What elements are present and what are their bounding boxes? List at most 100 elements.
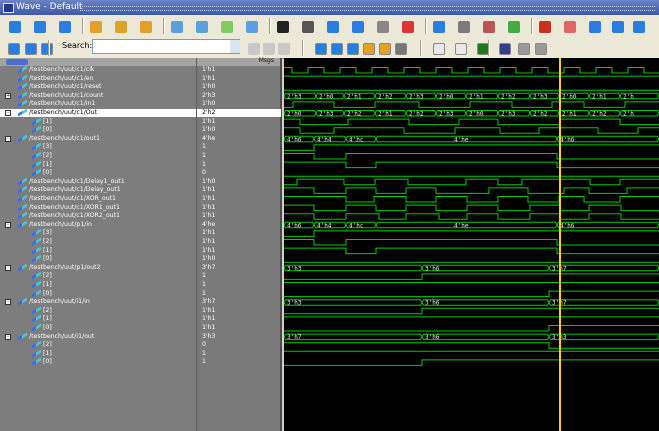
value-row[interactable]: 4'he [197, 221, 281, 229]
i1-in-wave-segment[interactable] [284, 299, 423, 306]
value-row[interactable]: 1 [197, 281, 281, 289]
signal-bit-row[interactable]: [1] [0, 161, 196, 169]
value-row[interactable]: 1 [197, 358, 281, 366]
signal-row[interactable]: - /testbench/uut/p1/in [0, 221, 196, 229]
titlebar-grip[interactable] [80, 6, 655, 11]
value-row[interactable]: 1'h1 [197, 307, 281, 315]
wave-format-2-button[interactable] [515, 40, 533, 58]
xor1-wave[interactable] [284, 204, 659, 212]
signal-bit-row[interactable]: [1] [0, 247, 196, 255]
signal-row[interactable]: /testbench/uut/c1/reset [0, 83, 196, 91]
p1-in-bit3-wave[interactable] [284, 230, 659, 237]
value-row[interactable]: 3'h7 [197, 264, 281, 272]
p1-in-bit2-wave[interactable] [284, 239, 659, 246]
value-row[interactable]: 0 [197, 169, 281, 177]
align-button[interactable] [137, 18, 155, 36]
value-row[interactable]: 3'h7 [197, 298, 281, 306]
value-row[interactable]: 1 [197, 152, 281, 160]
p1-out2-wave-segment[interactable] [421, 264, 550, 272]
collapse-icon[interactable]: - [5, 135, 11, 142]
i1-in-bit0-wave[interactable] [284, 325, 659, 332]
signal-bit-row[interactable]: [2] [0, 341, 196, 349]
signal-bit-row[interactable]: [0] [0, 324, 196, 332]
value-row[interactable]: 1'h0 [197, 178, 281, 186]
signal-bit-row[interactable]: [0] [0, 126, 196, 134]
value-row[interactable]: 1'h1 [197, 66, 281, 74]
i1-out-wave-segment[interactable] [421, 333, 550, 341]
wave-format-1-button[interactable] [496, 40, 514, 58]
signal-bit-row[interactable]: [1] [0, 118, 196, 126]
signal-bit-row[interactable]: [2] [0, 272, 196, 280]
scale-button[interactable] [374, 18, 392, 36]
signal-bit-row[interactable]: [0] [0, 358, 196, 366]
value-row[interactable]: 1'h0 [197, 255, 281, 263]
signal-bit-row[interactable]: [2] [0, 152, 196, 160]
clk-wave[interactable] [284, 67, 659, 74]
signal-row[interactable]: - /testbench/uut/c1/Out [0, 109, 196, 117]
value-row[interactable]: 1'h0 [197, 100, 281, 108]
signal-bit-row[interactable]: [1] [0, 281, 196, 289]
step-button[interactable] [5, 40, 23, 58]
value-row[interactable]: 1'h0 [197, 83, 281, 91]
value-row[interactable]: 0 [197, 341, 281, 349]
out-bit0-wave[interactable] [284, 127, 659, 134]
xor-wave[interactable] [284, 196, 659, 203]
p1-in-bit1-wave[interactable] [284, 247, 659, 255]
time-button[interactable] [455, 18, 473, 36]
signal-row[interactable]: - /testbench/uut/i1/in [0, 298, 196, 306]
value-row[interactable]: 1 [197, 272, 281, 280]
i1-out-bit2-wave[interactable] [284, 342, 659, 349]
value-row[interactable]: 1 [197, 143, 281, 151]
wave-invert-button[interactable] [243, 18, 261, 36]
up-arrow-button[interactable] [56, 18, 74, 36]
wave-header-icon[interactable] [6, 59, 28, 65]
value-row[interactable]: 1 [197, 350, 281, 358]
bookmark-button[interactable] [505, 18, 523, 36]
wave-split-button[interactable] [193, 18, 211, 36]
signal-row[interactable]: /testbench/uut/c1/clk [0, 66, 196, 74]
signal-row[interactable]: - /testbench/uut/c1/out1 [0, 135, 196, 143]
value-row[interactable]: 1'h1 [197, 324, 281, 332]
signal-row[interactable]: /testbench/uut/c1/en [0, 75, 196, 83]
signal-bit-row[interactable]: [1] [0, 350, 196, 358]
signal-bit-row[interactable]: [0] [0, 169, 196, 177]
layout-1-button[interactable] [430, 40, 448, 58]
pointer-button[interactable] [274, 18, 292, 36]
value-row[interactable]: 1 [197, 290, 281, 298]
collapse-icon[interactable]: - [5, 264, 11, 271]
value-row[interactable]: 2'h3 [197, 92, 281, 100]
search-dropdown-icon[interactable] [230, 40, 240, 53]
value-row[interactable]: 1'h1 [197, 204, 281, 212]
signal-row[interactable]: /testbench/uut/c1/Delay1_out1 [0, 178, 196, 186]
collapse-icon[interactable]: - [5, 333, 11, 340]
p1-out2-bit2-wave[interactable] [284, 273, 659, 280]
value-row[interactable]: 1'h1 [197, 118, 281, 126]
p1-out2-bit0-wave[interactable] [284, 290, 659, 298]
collapse-icon[interactable]: - [5, 299, 11, 306]
waveform-pane[interactable]: 2'h3 2'h0 2'h1 2'h2 2'h3 2'h0 2'h1 2'h2 2'h3 2'h0… [284, 58, 659, 431]
value-row[interactable]: 1'h0 [197, 126, 281, 134]
signal-bit-row[interactable]: [0] [0, 255, 196, 263]
signal-bit-row[interactable]: [2] [0, 307, 196, 315]
insert-button[interactable] [6, 18, 24, 36]
collapse-icon[interactable]: - [5, 221, 11, 228]
value-row[interactable]: 4'he [197, 135, 281, 143]
signal-row[interactable]: /testbench/uut/c1/Delay_out1 [0, 186, 196, 194]
wave-format-3-button[interactable] [532, 40, 550, 58]
break-button[interactable] [399, 18, 417, 36]
marker-button[interactable] [349, 18, 367, 36]
zoom-dropdown-button[interactable] [561, 18, 579, 36]
find-next-button[interactable] [246, 40, 262, 58]
value-row[interactable]: 1'h1 [197, 247, 281, 255]
dataflow-button[interactable] [536, 18, 554, 36]
value-row[interactable]: 1'h1 [197, 238, 281, 246]
in1-wave[interactable] [284, 101, 659, 108]
value-row[interactable]: 2'h2 [197, 109, 281, 117]
find-button[interactable] [430, 18, 448, 36]
value-row[interactable]: 1'h1 [197, 195, 281, 203]
i1-in-bit2-wave[interactable] [284, 307, 659, 315]
expand-icon[interactable]: + [5, 92, 11, 99]
zoom-region-button[interactable] [112, 18, 130, 36]
signal-row[interactable]: /testbench/uut/c1/XOR_out1 [0, 195, 196, 203]
xor2-wave[interactable] [284, 213, 659, 220]
